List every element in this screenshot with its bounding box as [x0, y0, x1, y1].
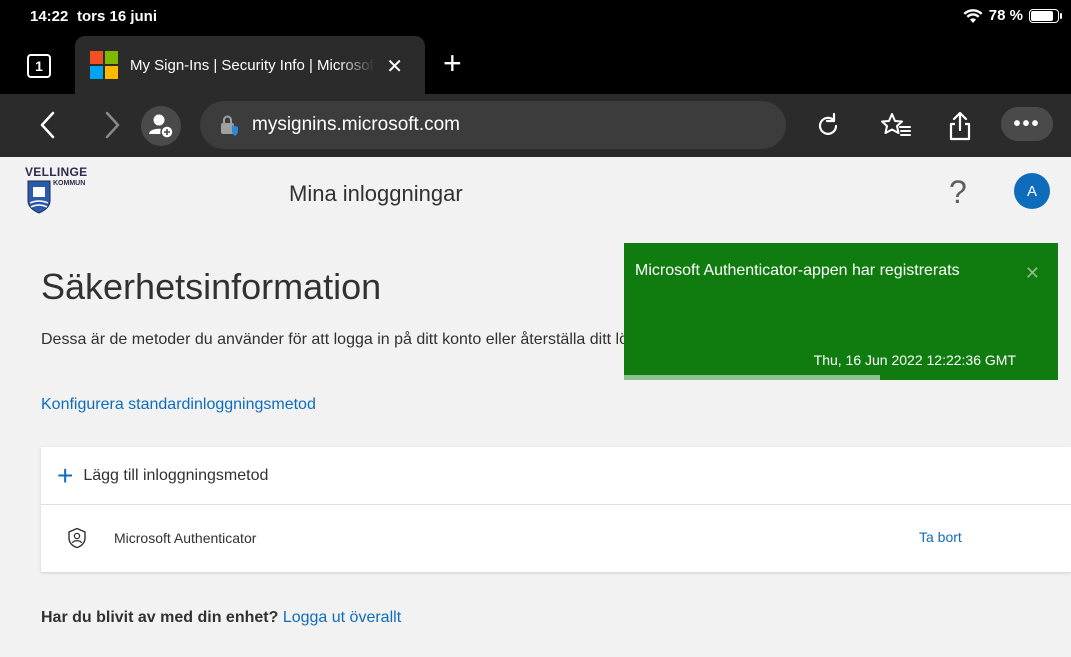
avatar-initial: A [1026, 182, 1037, 200]
lock-shield-icon [221, 115, 238, 136]
page-title: Säkerhetsinformation [41, 266, 382, 307]
battery-percent: 78 % [988, 7, 1023, 24]
battery-icon [1029, 8, 1062, 23]
configure-default-method-link[interactable]: Konfigurera standardinloggningsmetod [41, 396, 316, 414]
address-bar[interactable]: mysignins.microsoft.com [200, 101, 786, 149]
sign-out-everywhere-link[interactable]: Logga ut överallt [283, 609, 401, 626]
coat-of-arms-icon [27, 180, 51, 214]
toast-progress-bar [624, 375, 1058, 380]
profile-add-icon [149, 114, 174, 139]
new-tab-button[interactable]: + [443, 47, 462, 79]
status-date: tors 16 juni [77, 8, 158, 25]
favorites-icon[interactable] [880, 110, 912, 142]
toast-message: Microsoft Authenticator-appen har regist… [635, 262, 960, 279]
microsoft-logo-icon [90, 51, 118, 79]
back-icon[interactable] [38, 110, 58, 140]
reload-icon[interactable] [812, 110, 844, 142]
profile-button[interactable] [141, 106, 181, 146]
page-description: Dessa är de metoder du använder för att … [41, 331, 682, 348]
url-text: mysignins.microsoft.com [252, 114, 460, 135]
toast-timestamp: Thu, 16 Jun 2022 12:22:36 GMT [813, 352, 1016, 368]
more-options-button[interactable]: ••• [1001, 107, 1053, 141]
status-time: 14:22 [30, 8, 69, 25]
add-method-label: Lägg till inloggningsmetod [83, 466, 269, 484]
logo-line1: VELLINGE [25, 165, 88, 179]
authenticator-icon [68, 527, 86, 549]
avatar[interactable]: A [1014, 173, 1050, 209]
plus-icon: + [57, 459, 74, 491]
toast-progress-fill [624, 375, 881, 380]
forward-icon[interactable] [102, 110, 122, 140]
lost-device-section: Har du blivit av med din enhet? Logga ut… [41, 609, 401, 627]
share-icon[interactable] [944, 110, 976, 142]
lost-device-question: Har du blivit av med din enhet? [41, 609, 279, 626]
status-right: 78 % [963, 7, 1062, 24]
method-row: Microsoft Authenticator Ta bort [41, 505, 1071, 571]
methods-card: + Lägg till inloggningsmetod Microsoft A… [41, 447, 1071, 572]
page-header [0, 157, 1071, 229]
browser-tab[interactable]: My Sign-Ins | Security Info | Microsoft … [75, 36, 425, 94]
logo-line2: KOMMUN [53, 180, 86, 187]
method-name: Microsoft Authenticator [114, 530, 257, 546]
status-bar: 14:22 tors 16 juni 78 % [0, 0, 1071, 32]
help-icon[interactable]: ? [949, 174, 967, 211]
success-toast: Microsoft Authenticator-appen har regist… [624, 243, 1058, 380]
header-title: Mina inloggningar [289, 181, 463, 206]
remove-method-link[interactable]: Ta bort [919, 529, 962, 545]
tab-title: My Sign-Ins | Security Info | Microsoft [130, 56, 375, 74]
add-method-button[interactable]: + Lägg till inloggningsmetod [41, 447, 1071, 505]
toast-close-icon[interactable]: ✕ [1025, 263, 1040, 284]
tab-close-icon[interactable]: ✕ [386, 54, 403, 79]
wifi-icon [963, 8, 983, 23]
organization-logo: VELLINGE KOMMUN [25, 165, 125, 217]
tab-switcher-button[interactable]: 1 [27, 54, 51, 78]
